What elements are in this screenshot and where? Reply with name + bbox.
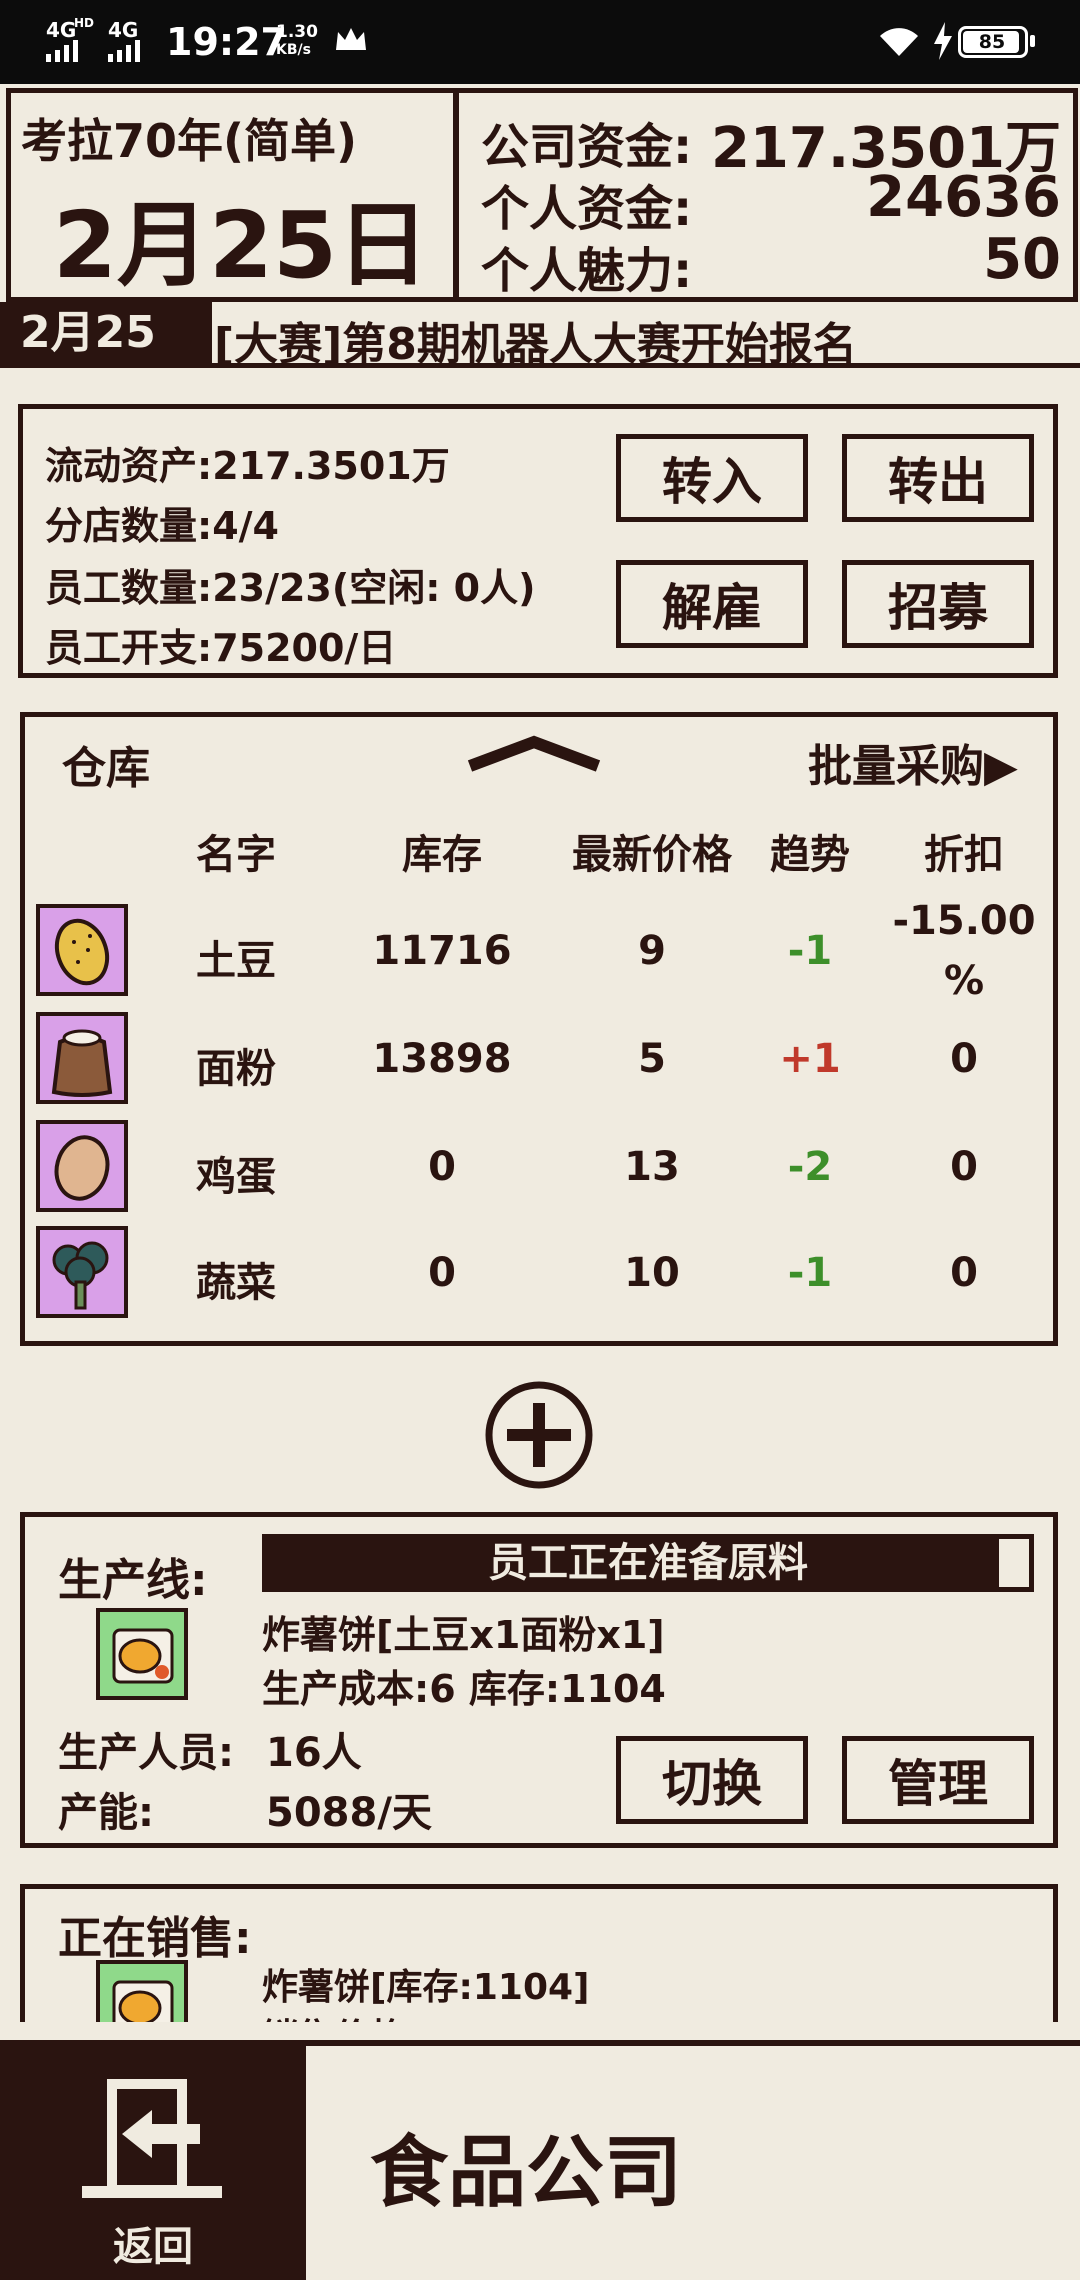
selling-price: 销售价格:100 <box>262 2008 496 2022</box>
staff-label: 生产人员: <box>58 1730 234 1776</box>
current-date: 2月25日 <box>53 192 430 299</box>
selling-section: 正在销售: 炸薯饼[库存:1104] 销售价格:100 <box>0 1878 1080 2022</box>
transfer-out-button[interactable]: 转出 <box>842 434 1034 522</box>
row3-discount: 0 <box>950 1144 978 1190</box>
switch-button[interactable]: 切换 <box>616 1736 808 1824</box>
warehouse-title: 仓库 <box>62 743 150 794</box>
battery-level: 85 <box>978 31 1006 53</box>
row3-name: 鸡蛋 <box>196 1154 276 1200</box>
row2-name: 面粉 <box>196 1046 276 1092</box>
broccoli-icon <box>36 1226 128 1318</box>
news-ticker[interactable]: 2月25日: [大赛]第8期机器人大赛开始报名 <box>0 302 1080 419</box>
selling-product: 炸薯饼[库存:1104] <box>262 1967 590 2008</box>
production-product: 炸薯饼[土豆x1面粉x1] <box>262 1613 665 1657</box>
production-cost: 生产成本:6 库存:1104 <box>262 1667 666 1711</box>
row1-discount-unit: % <box>943 958 985 1004</box>
row4-stock: 0 <box>428 1250 456 1296</box>
manage-button[interactable]: 管理 <box>842 1736 1034 1824</box>
row1-stock: 11716 <box>372 928 512 974</box>
col-header-stock: 库存 <box>402 832 482 878</box>
clock: 19:27 <box>166 20 287 64</box>
col-header-name: 名字 <box>196 832 276 878</box>
charm-label: 个人魅力: <box>481 243 693 299</box>
flour-icon <box>36 1012 128 1104</box>
back-label: 返回 <box>113 2224 193 2270</box>
funds-panel: 公司资金: 217.3501万 个人资金: 24636 个人魅力: 50 <box>454 88 1078 302</box>
exit-icon <box>82 2079 222 2198</box>
employee-expense: 员工开支:75200/日 <box>45 626 397 670</box>
battery-tip <box>1030 35 1035 47</box>
era-label: 考拉70年(简单) <box>21 114 358 168</box>
row1-discount: -15.00 <box>892 898 1036 944</box>
bulk-buy-button[interactable]: 批量采购▶ <box>808 730 1018 794</box>
row4-name: 蔬菜 <box>196 1260 276 1306</box>
row1-name: 土豆 <box>196 938 276 984</box>
production-status: 员工正在准备原料 <box>488 1540 808 1586</box>
row2-discount: 0 <box>950 1036 978 1082</box>
potato-icon <box>36 904 128 996</box>
signal-icon <box>46 40 78 62</box>
col-header-discount: 折扣 <box>924 832 1004 878</box>
charm-value: 50 <box>983 227 1061 292</box>
production-title: 生产线: <box>58 1555 208 1606</box>
back-button[interactable]: 返回 <box>0 2046 306 2280</box>
branch-count: 分店数量:4/4 <box>45 504 279 548</box>
hash-brown-icon <box>96 1608 188 1700</box>
crown-icon <box>336 28 366 50</box>
net-speed-unit: KB/s <box>276 42 311 58</box>
production-status-bar: 员工正在准备原料 <box>262 1534 1034 1592</box>
fire-button[interactable]: 解雇 <box>616 560 808 648</box>
staff-value: 16人 <box>266 1730 362 1776</box>
wifi-icon <box>880 28 918 56</box>
status-bar: 4G HD 4G 19:27 1.30 KB/s 85 <box>0 0 1080 84</box>
recruit-button[interactable]: 招募 <box>842 560 1034 648</box>
personal-funds-label: 个人资金: <box>481 181 693 237</box>
liquid-assets: 流动资产:217.3501万 <box>45 444 450 488</box>
company-funds-label: 公司资金: <box>481 119 693 175</box>
news-text: [大赛]第8期机器人大赛开始报名 <box>214 319 857 370</box>
selling-title: 正在销售: <box>58 1913 252 1964</box>
employee-count: 员工数量:23/23(空闲: 0人) <box>45 566 536 610</box>
hd-badge: HD <box>74 16 95 30</box>
net-speed: 1.30 <box>276 22 318 42</box>
capacity-label: 产能: <box>58 1790 154 1836</box>
egg-icon <box>36 1120 128 1212</box>
date-panel: 考拉70年(简单) 2月25日 <box>6 88 458 302</box>
collapse-icon[interactable] <box>466 732 602 772</box>
charging-icon <box>934 22 952 60</box>
company-name: 食品公司 <box>370 2128 683 2218</box>
news-date: 2月25日: <box>0 302 212 419</box>
row4-discount: 0 <box>950 1250 978 1296</box>
network-left: 4G <box>46 18 77 42</box>
hash-brown-icon-selling <box>96 1960 188 2022</box>
personal-funds-value: 24636 <box>866 165 1061 230</box>
row2-stock: 13898 <box>372 1036 512 1082</box>
row3-stock: 0 <box>428 1144 456 1190</box>
signal-icon-2 <box>108 40 140 62</box>
add-production-line-button[interactable] <box>484 1380 594 1490</box>
battery-icon: 85 <box>958 26 1028 58</box>
network-right: 4G <box>108 18 139 42</box>
capacity-value: 5088/天 <box>266 1790 432 1836</box>
transfer-in-button[interactable]: 转入 <box>616 434 808 522</box>
